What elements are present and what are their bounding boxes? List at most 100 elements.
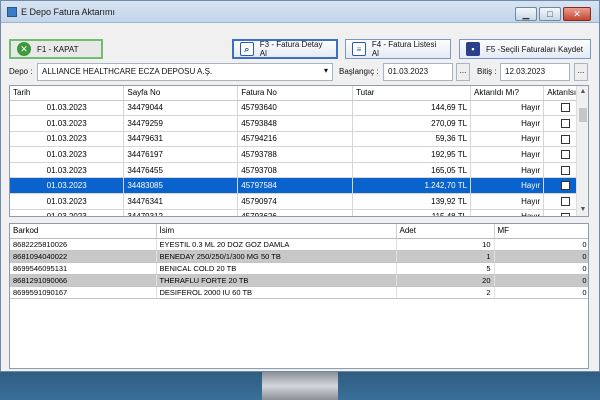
end-date-field[interactable]: 12.03.2023	[500, 63, 570, 81]
transfer-checkbox[interactable]	[561, 165, 571, 175]
depo-select[interactable]: ALLIANCE HEALTHCARE ECZA DEPOSU A.Ş. ▾	[37, 63, 333, 81]
detail-cell: DESIFEROL 2000 IU 60 TB	[156, 286, 397, 299]
invoice-row[interactable]: 01.03.2023 34476341 45790974 139,92 TL Hayır	[10, 193, 588, 210]
transfer-checkbox[interactable]	[561, 119, 571, 129]
invoice-column-header[interactable]: Fatura No	[237, 86, 354, 101]
start-date-label: Başlangıç :	[339, 67, 379, 76]
invoice-detail-grid[interactable]: Barkod İsim Adet MF 8682225810026 EYESTIL 0.…	[9, 223, 589, 369]
invoice-cell: 45793626	[237, 209, 354, 216]
invoice-detail-label: F3 - Fatura Detay Al	[259, 40, 323, 58]
invoice-cell: 34479631	[123, 131, 239, 148]
invoice-cell: 45793848	[237, 115, 354, 132]
depo-value: ALLIANCE HEALTHCARE ECZA DEPOSU A.Ş.	[42, 67, 213, 76]
detail-cell: BENICAL COLD 20 TB	[156, 262, 397, 275]
invoice-cell: Hayır	[470, 193, 545, 210]
main-window: E Depo Fatura Aktarımı ▁ □ ✕ ✕ F1 - KAPA…	[0, 0, 600, 372]
end-date-picker-button[interactable]: ...	[574, 63, 588, 81]
transfer-checkbox[interactable]	[561, 103, 571, 113]
invoice-row[interactable]: 01.03.2023 34483085 45797584 1.242,70 TL Hay…	[10, 177, 588, 195]
toolbar: ✕ F1 - KAPAT ⌕ F3 - Fatura Detay Al ≡ F4…	[1, 39, 600, 61]
scroll-thumb[interactable]	[579, 108, 587, 122]
detail-column-header[interactable]: Barkod	[10, 224, 157, 239]
close-button[interactable]: ✕ F1 - KAPAT	[9, 39, 103, 59]
start-date-field[interactable]: 01.03.2023	[383, 63, 453, 81]
invoice-detail-button[interactable]: ⌕ F3 - Fatura Detay Al	[232, 39, 338, 59]
invoice-cell: 34479044	[123, 100, 239, 117]
invoice-cell: Hayır	[470, 177, 545, 195]
app-icon	[7, 6, 17, 17]
scroll-up-icon[interactable]: ▲	[577, 86, 588, 98]
detail-cell: 8681291090066	[10, 274, 157, 287]
detail-cell: 2	[396, 286, 495, 299]
detail-cell: BENEDAY 250/250/1/300 MG 50 TB	[156, 250, 397, 263]
detail-row[interactable]: 8699546095131 BENICAL COLD 20 TB 5 0	[10, 262, 588, 275]
detail-cell: EYESTIL 0.3 ML 20 DOZ GOZ DAMLA	[156, 238, 397, 251]
invoice-scrollbar[interactable]: ▲ ▼	[576, 86, 588, 216]
detail-row[interactable]: 8681291090066 THERAFLU FORTE 20 TB 20 0	[10, 274, 588, 287]
detail-cell: 5	[396, 262, 495, 275]
detail-column-header[interactable]: MF	[494, 224, 588, 239]
detail-row[interactable]: 8699591090167 DESIFEROL 2000 IU 60 TB 2 0	[10, 286, 588, 299]
invoice-grid[interactable]: Tarih Sayfa No Fatura No Tutar Aktarıldı Mı?…	[9, 85, 589, 217]
invoice-row[interactable]: 01.03.2023 34476197 45793788 192,95 TL Hayır	[10, 146, 588, 163]
invoice-cell: 59,36 TL	[352, 131, 472, 148]
save-selected-button[interactable]: ▪ F5 -Seçili Faturaları Kaydet	[459, 39, 591, 59]
invoice-cell: 34479259	[123, 115, 239, 132]
invoice-column-header[interactable]: Sayfa No	[123, 86, 239, 101]
transfer-checkbox[interactable]	[561, 212, 571, 216]
end-date-label: Bitiş :	[477, 67, 497, 76]
close-window-button[interactable]: ✕	[563, 7, 591, 21]
maximize-button[interactable]: □	[539, 7, 561, 21]
invoice-cell: 01.03.2023	[10, 146, 125, 163]
start-date-picker-button[interactable]: ...	[456, 63, 470, 81]
scroll-down-icon[interactable]: ▼	[577, 204, 588, 216]
detail-cell: 20	[396, 274, 495, 287]
detail-row[interactable]: 8682225810026 EYESTIL 0.3 ML 20 DOZ GOZ D…	[10, 238, 588, 251]
invoice-list-button[interactable]: ≡ F4 - Fatura Listesi Al	[345, 39, 451, 59]
chevron-down-icon: ▾	[323, 66, 328, 75]
invoice-row[interactable]: 01.03.2023 34479044 45793640 144,69 TL Hayır	[10, 100, 588, 117]
transfer-checkbox[interactable]	[561, 181, 571, 191]
invoice-header-row: Tarih Sayfa No Fatura No Tutar Aktarıldı Mı?…	[10, 86, 588, 101]
detail-row[interactable]: 8681094040022 BENEDAY 250/250/1/300 MG 50…	[10, 250, 588, 263]
invoice-column-header[interactable]: Tarih	[10, 86, 125, 101]
invoice-cell: Hayır	[470, 115, 545, 132]
detail-column-header[interactable]: Adet	[396, 224, 495, 239]
invoice-cell: 34476341	[123, 193, 239, 210]
minimize-button[interactable]: ▁	[515, 7, 537, 21]
invoice-column-header[interactable]: Aktarıldı Mı?	[470, 86, 545, 101]
window-title: E Depo Fatura Aktarımı	[21, 6, 116, 17]
invoice-cell: 45793640	[237, 100, 354, 117]
transfer-checkbox[interactable]	[561, 150, 571, 160]
invoice-row[interactable]: 01.03.2023 34479312 45793626 115,48 TL Hayır	[10, 209, 588, 216]
detail-cell: 0	[494, 262, 588, 275]
invoice-cell: 01.03.2023	[10, 100, 125, 117]
transfer-checkbox[interactable]	[561, 197, 571, 207]
invoice-cell: 01.03.2023	[10, 177, 125, 195]
invoice-cell: 45793708	[237, 162, 354, 179]
detail-cell: 0	[494, 274, 588, 287]
invoice-cell: 01.03.2023	[10, 162, 125, 179]
invoice-row[interactable]: 01.03.2023 34479259 45793848 270,09 TL Hayır	[10, 115, 588, 132]
close-button-label: F1 - KAPAT	[37, 44, 79, 54]
invoice-row[interactable]: 01.03.2023 34479631 45794216 59,36 TL Hayır	[10, 131, 588, 148]
detail-cell: 8699591090167	[10, 286, 157, 299]
invoice-cell: 45790974	[237, 193, 354, 210]
invoice-cell: Hayır	[470, 100, 545, 117]
invoice-list-label: F4 - Fatura Listesi Al	[371, 40, 437, 58]
invoice-cell: Hayır	[470, 162, 545, 179]
save-icon: ▪	[466, 42, 480, 56]
detail-column-header[interactable]: İsim	[156, 224, 397, 239]
desktop-background	[0, 372, 600, 400]
invoice-cell: 45797584	[237, 177, 354, 195]
invoice-column-header[interactable]: Tutar	[352, 86, 472, 101]
detail-header-row: Barkod İsim Adet MF	[10, 224, 588, 239]
invoice-row[interactable]: 01.03.2023 34476455 45793708 165,05 TL Hayır	[10, 162, 588, 179]
invoice-cell: 270,09 TL	[352, 115, 472, 132]
invoice-cell: 34476455	[123, 162, 239, 179]
invoice-cell: 165,05 TL	[352, 162, 472, 179]
transfer-checkbox[interactable]	[561, 134, 571, 144]
invoice-cell: 01.03.2023	[10, 193, 125, 210]
title-bar[interactable]: E Depo Fatura Aktarımı ▁ □ ✕	[1, 1, 599, 23]
invoice-cell: Hayır	[470, 209, 545, 216]
